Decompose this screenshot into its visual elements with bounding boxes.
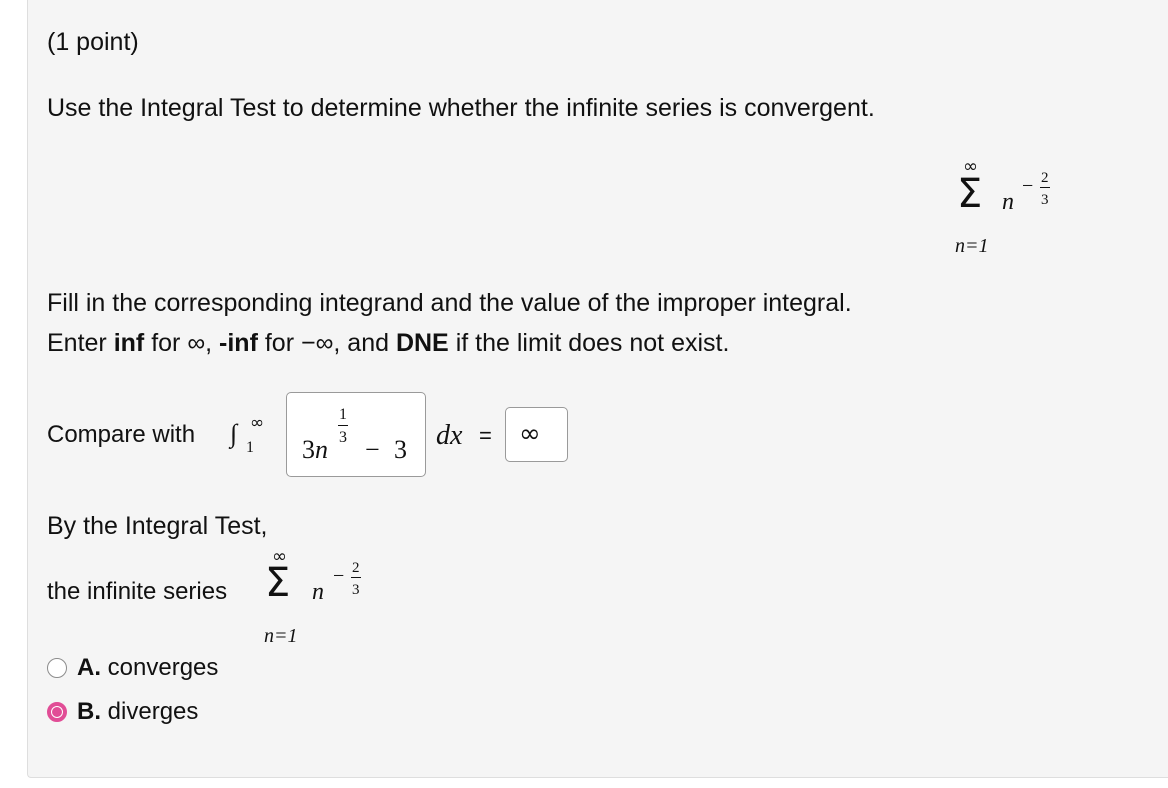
conclusion-exp-sign: −	[333, 565, 345, 587]
series-exp-bar	[1040, 187, 1050, 188]
by-integral-test-label: By the Integral Test,	[47, 512, 268, 540]
option-text: converges	[101, 654, 219, 681]
integrand-var: n	[315, 435, 328, 464]
dx-label: dx	[436, 420, 463, 451]
option-text: diverges	[101, 698, 199, 725]
option-letter: B.	[77, 698, 101, 725]
radio-button-selected[interactable]	[47, 702, 67, 722]
sum-lower-limit: n=1	[955, 235, 989, 257]
integrand-exp-bar	[338, 425, 348, 426]
integrand-exp-num: 1	[339, 406, 347, 423]
option-letter: A.	[77, 654, 101, 681]
rest-text: if the limit does not exist.	[448, 329, 730, 357]
integrand-coef: 3	[302, 435, 315, 464]
series-exp-num: 2	[1041, 170, 1049, 186]
radio-button[interactable]	[47, 658, 67, 678]
for-neg-inf-text: for −∞, and	[257, 329, 396, 357]
compare-label: Compare with	[47, 421, 196, 448]
conclusion-exp-bar	[351, 577, 361, 578]
conclusion-sum-lower: n=1	[264, 625, 298, 647]
dne-keyword: DNE	[395, 329, 449, 357]
integral-value: ∞	[519, 419, 541, 449]
conclusion-exp-den: 3	[352, 582, 360, 598]
integrand-constant: 3	[394, 435, 407, 464]
conclusion-series-base: n	[312, 579, 324, 605]
neg-inf-keyword: -inf	[219, 329, 258, 357]
series-exp-sign: −	[1022, 175, 1034, 197]
inf-keyword: inf	[113, 329, 145, 357]
integral-value-input[interactable]: ∞	[505, 407, 568, 462]
for-inf-text: for ∞,	[144, 329, 220, 357]
integral-lower-limit: 1	[246, 439, 254, 456]
conclusion-exp-num: 2	[352, 560, 360, 576]
sigma-symbol: Σ	[957, 171, 983, 217]
conclusion-sigma-symbol: Σ	[265, 560, 291, 606]
equals-sign: =	[479, 423, 492, 448]
series-base: n	[1002, 189, 1014, 215]
integrand-minus: −	[365, 435, 380, 464]
series-exp-den: 3	[1041, 192, 1049, 208]
series-label: the infinite series	[47, 578, 228, 605]
integral-symbol: ∫	[230, 419, 238, 448]
option-label[interactable]: B. diverges	[77, 700, 198, 724]
points-label: (1 point)	[47, 28, 139, 56]
problem-instruction: Use the Integral Test to determine wheth…	[47, 94, 875, 122]
enter-text: Enter	[47, 329, 114, 357]
fill-in-instruction: Fill in the corresponding integrand and …	[47, 289, 852, 317]
integral-upper-limit: ∞	[250, 413, 265, 433]
integrand-exp-den: 3	[339, 429, 347, 446]
entry-format-instruction: Enter inf for ∞, -inf for −∞, and DNE if…	[47, 331, 729, 356]
integrand-input[interactable]: 3 n 1 3 − 3	[286, 392, 426, 477]
option-label[interactable]: A. converges	[77, 656, 218, 680]
